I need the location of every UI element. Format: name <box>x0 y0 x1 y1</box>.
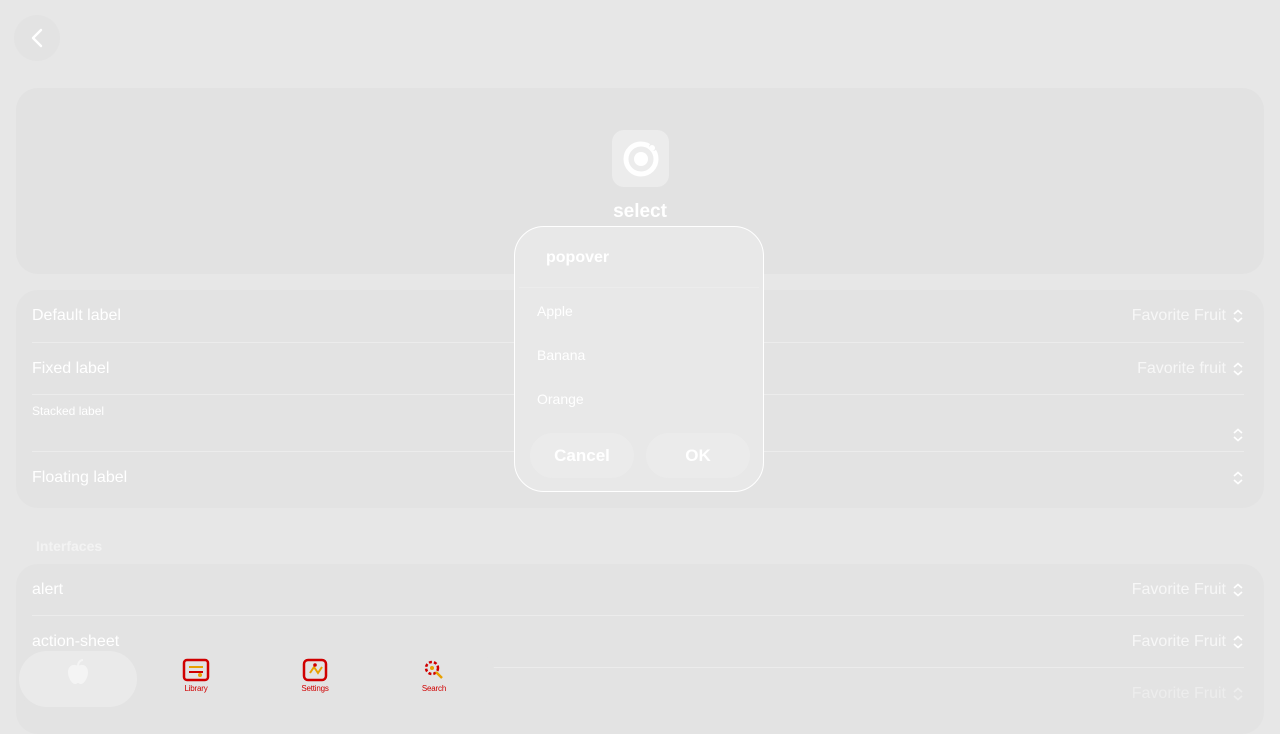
library-icon <box>182 658 210 682</box>
select-alert[interactable]: alert Favorite Fruit <box>32 564 1244 616</box>
tab-apple[interactable] <box>48 658 108 702</box>
option-orange[interactable]: Orange <box>537 391 584 407</box>
row-label: alert <box>32 581 64 598</box>
select-value: Favorite Fruit <box>1131 307 1226 324</box>
option-apple[interactable]: Apple <box>537 303 573 319</box>
page-title: select <box>613 201 667 222</box>
tab-label: Library <box>184 684 208 693</box>
popover-title: popover <box>546 249 610 266</box>
cancel-button[interactable]: Cancel <box>530 433 634 478</box>
chevron-left-icon <box>31 28 43 48</box>
select-chevron-icon <box>1232 583 1244 597</box>
section-header-interfaces: Interfaces <box>36 538 103 554</box>
back-button[interactable] <box>14 15 60 61</box>
tab-library[interactable]: Library <box>166 658 226 702</box>
select-chevron-icon <box>1232 361 1244 376</box>
select-value: Favorite fruit <box>1137 359 1226 377</box>
row-label: Floating label <box>32 469 128 486</box>
select-chevron-icon <box>1232 471 1244 485</box>
select-chevron-icon <box>1232 309 1244 323</box>
popover-dialog: popover Apple Banana Orange Cancel OK <box>514 226 764 492</box>
tab-settings[interactable]: Settings <box>285 658 345 702</box>
ok-button[interactable]: OK <box>646 433 750 478</box>
row-label: Default label <box>32 307 121 324</box>
search-icon <box>424 660 443 679</box>
select-chevron-icon <box>1232 428 1244 442</box>
ionic-logo-icon <box>612 130 669 187</box>
option-banana[interactable]: Banana <box>537 347 585 363</box>
select-chevron-icon <box>1232 635 1244 649</box>
divider <box>519 287 759 288</box>
settings-icon <box>302 658 328 682</box>
select-chevron-icon <box>1232 687 1244 701</box>
tab-search[interactable]: Search <box>404 658 464 702</box>
apple-icon <box>68 659 88 684</box>
tab-label: Search <box>421 684 447 693</box>
tab-bar: Library Settings Search <box>16 648 496 710</box>
select-value: Favorite Fruit <box>1131 581 1226 598</box>
select-value: Favorite Fruit <box>1131 633 1226 650</box>
select-value: Favorite Fruit <box>1131 685 1226 702</box>
row-label: Fixed label <box>32 359 110 377</box>
tab-label: Settings <box>301 684 329 693</box>
